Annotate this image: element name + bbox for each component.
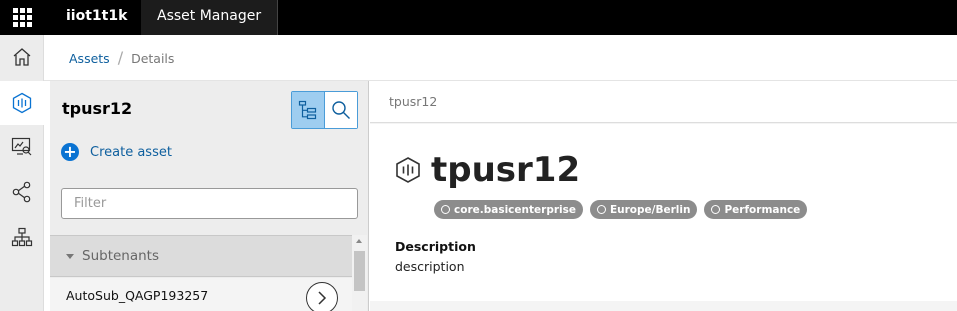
asset-detail-panel: tpusr12 tpusr12 core.basicenterprise Eur… [370, 81, 957, 311]
nav-hierarchy[interactable] [0, 215, 44, 259]
type-chip: core.basicenterprise [434, 200, 583, 219]
home-icon [13, 48, 31, 66]
breadcrumb-separator: / [117, 48, 124, 67]
app-launcher-button[interactable] [0, 0, 44, 35]
breadcrumb-details: Details [131, 51, 175, 66]
nav-monitor[interactable] [0, 125, 44, 169]
asset-icon [12, 92, 32, 114]
share-icon [12, 181, 31, 203]
app-title-tab[interactable]: Asset Manager [141, 0, 278, 35]
search-icon [332, 101, 350, 119]
type-chip-label: core.basicenterprise [454, 203, 576, 216]
breadcrumb: Assets / Details [44, 35, 957, 81]
info-icon [711, 205, 721, 214]
monitor-icon [11, 137, 32, 156]
subtenants-label: Subtenants [82, 248, 160, 264]
timezone-chip: Europe/Berlin [589, 200, 698, 219]
type-icon [441, 205, 450, 214]
globe-icon [596, 205, 606, 214]
filter-input[interactable] [61, 188, 358, 219]
grid-icon [12, 8, 32, 27]
list-item[interactable]: AutoSub_QAGP193257 [50, 278, 352, 311]
caret-down-icon [66, 253, 74, 259]
breadcrumb-assets-link[interactable]: Assets [69, 51, 110, 66]
navigate-button[interactable] [306, 282, 338, 311]
description-label: Description [395, 239, 476, 254]
tenant-name: iiot1t1k [66, 8, 128, 24]
asset-chips: core.basicenterprise Europe/Berlin Perfo… [434, 200, 814, 219]
top-bar: iiot1t1k Asset Manager [0, 0, 957, 35]
scrollbar[interactable] [352, 235, 367, 311]
left-nav [0, 35, 44, 311]
scroll-thumb[interactable] [354, 251, 365, 291]
nav-home[interactable] [0, 35, 44, 79]
plus-icon: + [61, 143, 79, 161]
description-value: description [395, 259, 465, 274]
nav-assets[interactable] [0, 81, 44, 125]
tree-view-icon [298, 100, 316, 120]
timezone-chip-label: Europe/Berlin [609, 203, 691, 216]
detail-card: tpusr12 core.basicenterprise Europe/Berl… [370, 124, 957, 301]
asset-type-icon [396, 157, 420, 183]
twin-type-chip: Performance [704, 200, 808, 219]
hierarchy-icon [11, 227, 33, 247]
chevron-right-icon [318, 291, 327, 305]
tree-title: tpusr12 [62, 99, 133, 118]
create-asset-button[interactable]: + Create asset [61, 143, 172, 161]
subtenant-label: AutoSub_QAGP193257 [66, 288, 209, 303]
view-toggle [291, 91, 358, 129]
tree-view-button[interactable] [292, 92, 325, 128]
scroll-up-arrow-icon[interactable] [356, 239, 362, 243]
nav-share[interactable] [0, 170, 44, 214]
asset-name-title: tpusr12 [431, 150, 581, 190]
twin-type-chip-label: Performance [724, 203, 801, 216]
detail-header: tpusr12 [370, 81, 957, 123]
create-asset-label: Create asset [90, 144, 172, 160]
subtenants-group-header[interactable]: Subtenants [50, 235, 352, 277]
search-view-button[interactable] [324, 92, 357, 128]
asset-tree-panel: tpusr12 + Create asset Subtenants AutoSu… [50, 81, 369, 311]
